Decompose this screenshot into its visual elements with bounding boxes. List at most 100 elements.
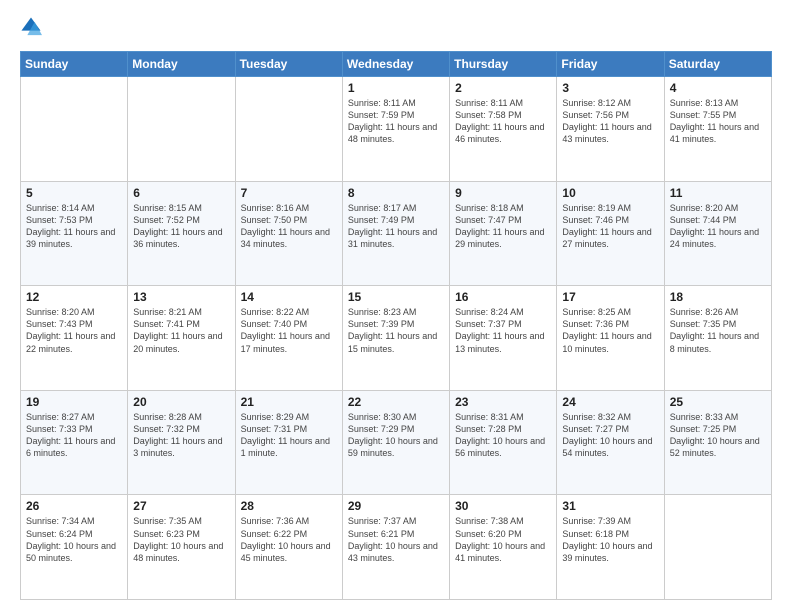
day-number: 5 [26,186,122,200]
day-info: Sunrise: 8:15 AM Sunset: 7:52 PM Dayligh… [133,202,229,251]
day-info: Sunrise: 8:26 AM Sunset: 7:35 PM Dayligh… [670,306,766,355]
calendar-cell: 15 Sunrise: 8:23 AM Sunset: 7:39 PM Dayli… [342,286,449,391]
day-info: Sunrise: 8:28 AM Sunset: 7:32 PM Dayligh… [133,411,229,460]
page: SundayMondayTuesdayWednesdayThursdayFrid… [0,0,792,612]
calendar-cell: 7 Sunrise: 8:16 AM Sunset: 7:50 PM Daylig… [235,181,342,286]
calendar-cell: 5 Sunrise: 8:14 AM Sunset: 7:53 PM Daylig… [21,181,128,286]
day-info: Sunrise: 8:20 AM Sunset: 7:44 PM Dayligh… [670,202,766,251]
day-number: 26 [26,499,122,513]
calendar-cell: 30 Sunrise: 7:38 AM Sunset: 6:20 PM Dayli… [450,495,557,600]
calendar-cell: 28 Sunrise: 7:36 AM Sunset: 6:22 PM Dayli… [235,495,342,600]
day-number: 14 [241,290,337,304]
day-info: Sunrise: 8:19 AM Sunset: 7:46 PM Dayligh… [562,202,658,251]
calendar-cell: 24Sunrise: 8:32 AM Sunset: 7:27 PM Dayli… [557,390,664,495]
day-number: 21 [241,395,337,409]
day-info: Sunrise: 8:33 AM Sunset: 7:25 PM Dayligh… [670,411,766,460]
logo [20,16,44,43]
day-info: Sunrise: 8:14 AM Sunset: 7:53 PM Dayligh… [26,202,122,251]
logo-icon [20,16,42,38]
day-info: Sunrise: 8:12 AM Sunset: 7:56 PM Dayligh… [562,97,658,146]
day-number: 18 [670,290,766,304]
calendar-cell: 25 Sunrise: 8:33 AM Sunset: 7:25 PM Dayli… [664,390,771,495]
calendar-cell: 26 Sunrise: 7:34 AM Sunset: 6:24 PM Dayli… [21,495,128,600]
calendar-cell: 9Sunrise: 8:18 AM Sunset: 7:47 PM Daylig… [450,181,557,286]
day-of-week-header: Monday [128,52,235,77]
day-info: Sunrise: 8:25 AM Sunset: 7:36 PM Dayligh… [562,306,658,355]
calendar-table: SundayMondayTuesdayWednesdayThursdayFrid… [20,51,772,600]
day-number: 9 [455,186,551,200]
day-info: Sunrise: 8:11 AM Sunset: 7:58 PM Dayligh… [455,97,551,146]
day-number: 17 [562,290,658,304]
calendar-cell: 8 Sunrise: 8:17 AM Sunset: 7:49 PM Daylig… [342,181,449,286]
day-number: 27 [133,499,229,513]
calendar-cell [235,77,342,182]
day-info: Sunrise: 7:34 AM Sunset: 6:24 PM Dayligh… [26,515,122,564]
calendar-cell: 23 Sunrise: 8:31 AM Sunset: 7:28 PM Dayli… [450,390,557,495]
day-info: Sunrise: 7:37 AM Sunset: 6:21 PM Dayligh… [348,515,444,564]
day-info: Sunrise: 8:23 AM Sunset: 7:39 PM Dayligh… [348,306,444,355]
calendar-cell: 18 Sunrise: 8:26 AM Sunset: 7:35 PM Dayli… [664,286,771,391]
calendar-cell: 17 Sunrise: 8:25 AM Sunset: 7:36 PM Dayli… [557,286,664,391]
day-number: 30 [455,499,551,513]
calendar-week-row: 5 Sunrise: 8:14 AM Sunset: 7:53 PM Daylig… [21,181,772,286]
day-info: Sunrise: 8:30 AM Sunset: 7:29 PM Dayligh… [348,411,444,460]
calendar-week-row: 12 Sunrise: 8:20 AM Sunset: 7:43 PM Dayli… [21,286,772,391]
calendar-cell: 12 Sunrise: 8:20 AM Sunset: 7:43 PM Dayli… [21,286,128,391]
day-number: 2 [455,81,551,95]
day-number: 29 [348,499,444,513]
day-info: Sunrise: 8:21 AM Sunset: 7:41 PM Dayligh… [133,306,229,355]
calendar-cell: 20Sunrise: 8:28 AM Sunset: 7:32 PM Dayli… [128,390,235,495]
day-number: 8 [348,186,444,200]
calendar-week-row: 1 Sunrise: 8:11 AM Sunset: 7:59 PM Daylig… [21,77,772,182]
day-info: Sunrise: 8:11 AM Sunset: 7:59 PM Dayligh… [348,97,444,146]
day-info: Sunrise: 8:13 AM Sunset: 7:55 PM Dayligh… [670,97,766,146]
calendar-cell [21,77,128,182]
day-number: 7 [241,186,337,200]
day-of-week-header: Thursday [450,52,557,77]
day-number: 4 [670,81,766,95]
day-info: Sunrise: 8:32 AM Sunset: 7:27 PM Dayligh… [562,411,658,460]
day-info: Sunrise: 8:17 AM Sunset: 7:49 PM Dayligh… [348,202,444,251]
day-info: Sunrise: 7:39 AM Sunset: 6:18 PM Dayligh… [562,515,658,564]
day-info: Sunrise: 7:35 AM Sunset: 6:23 PM Dayligh… [133,515,229,564]
calendar-week-row: 26 Sunrise: 7:34 AM Sunset: 6:24 PM Dayli… [21,495,772,600]
day-number: 22 [348,395,444,409]
calendar-cell: 19Sunrise: 8:27 AM Sunset: 7:33 PM Dayli… [21,390,128,495]
day-info: Sunrise: 7:38 AM Sunset: 6:20 PM Dayligh… [455,515,551,564]
calendar-cell: 27 Sunrise: 7:35 AM Sunset: 6:23 PM Dayli… [128,495,235,600]
day-info: Sunrise: 7:36 AM Sunset: 6:22 PM Dayligh… [241,515,337,564]
day-info: Sunrise: 8:29 AM Sunset: 7:31 PM Dayligh… [241,411,337,460]
day-info: Sunrise: 8:24 AM Sunset: 7:37 PM Dayligh… [455,306,551,355]
day-number: 23 [455,395,551,409]
day-info: Sunrise: 8:16 AM Sunset: 7:50 PM Dayligh… [241,202,337,251]
day-number: 25 [670,395,766,409]
calendar-cell: 10 Sunrise: 8:19 AM Sunset: 7:46 PM Dayli… [557,181,664,286]
day-number: 13 [133,290,229,304]
calendar-cell: 14Sunrise: 8:22 AM Sunset: 7:40 PM Dayli… [235,286,342,391]
day-number: 28 [241,499,337,513]
day-number: 10 [562,186,658,200]
day-number: 1 [348,81,444,95]
day-number: 3 [562,81,658,95]
calendar-cell [128,77,235,182]
day-of-week-header: Saturday [664,52,771,77]
day-number: 16 [455,290,551,304]
day-number: 31 [562,499,658,513]
day-number: 11 [670,186,766,200]
day-number: 19 [26,395,122,409]
day-number: 6 [133,186,229,200]
day-number: 15 [348,290,444,304]
day-of-week-header: Tuesday [235,52,342,77]
calendar-week-row: 19Sunrise: 8:27 AM Sunset: 7:33 PM Dayli… [21,390,772,495]
day-number: 12 [26,290,122,304]
calendar-cell: 13 Sunrise: 8:21 AM Sunset: 7:41 PM Dayli… [128,286,235,391]
calendar-cell: 4 Sunrise: 8:13 AM Sunset: 7:55 PM Daylig… [664,77,771,182]
day-of-week-header: Sunday [21,52,128,77]
calendar-cell: 31 Sunrise: 7:39 AM Sunset: 6:18 PM Dayli… [557,495,664,600]
day-info: Sunrise: 8:20 AM Sunset: 7:43 PM Dayligh… [26,306,122,355]
day-info: Sunrise: 8:31 AM Sunset: 7:28 PM Dayligh… [455,411,551,460]
calendar-cell [664,495,771,600]
day-of-week-header: Wednesday [342,52,449,77]
calendar-cell: 2 Sunrise: 8:11 AM Sunset: 7:58 PM Daylig… [450,77,557,182]
calendar-cell: 1 Sunrise: 8:11 AM Sunset: 7:59 PM Daylig… [342,77,449,182]
